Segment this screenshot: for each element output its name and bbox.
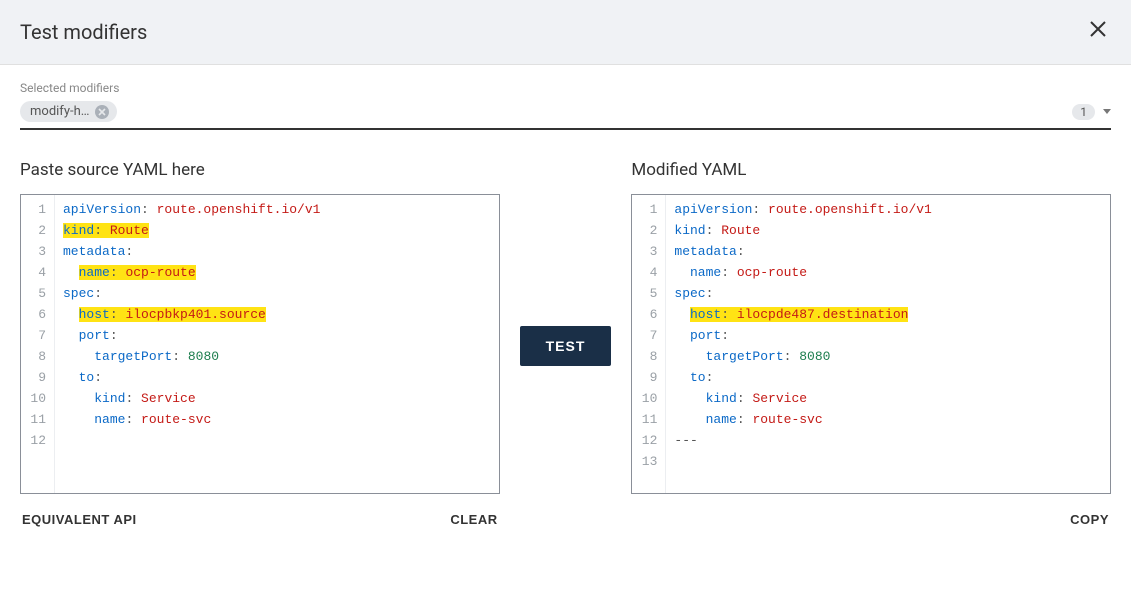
close-icon (1089, 20, 1107, 38)
code-line: host: ilocpde487.destination (674, 304, 1102, 325)
code-line: targetPort: 8080 (674, 346, 1102, 367)
source-title: Paste source YAML here (20, 160, 500, 180)
copy-button[interactable]: COPY (1068, 508, 1111, 531)
code-line: name: route-svc (63, 409, 491, 430)
code-line: metadata: (63, 241, 491, 262)
modifier-chip[interactable]: modify-h… (20, 101, 117, 122)
close-button[interactable] (1085, 16, 1111, 48)
code-line: --- (674, 430, 1102, 451)
modified-code[interactable]: apiVersion: route.openshift.io/v1kind: R… (666, 195, 1110, 493)
modified-editor[interactable]: 12345678910111213 apiVersion: route.open… (631, 194, 1111, 494)
dialog-title: Test modifiers (20, 20, 147, 44)
code-line (674, 451, 1102, 472)
test-button[interactable]: TEST (520, 326, 612, 366)
source-editor[interactable]: 123456789101112 apiVersion: route.opensh… (20, 194, 500, 494)
dialog-header: Test modifiers (0, 0, 1131, 65)
selected-count-badge: 1 (1072, 104, 1095, 120)
selected-modifiers-section: Selected modifiers modify-h… 1 (0, 65, 1131, 130)
code-line: to: (674, 367, 1102, 388)
code-line: name: route-svc (674, 409, 1102, 430)
code-line: kind: Route (63, 220, 491, 241)
modified-actions: COPY (631, 494, 1111, 531)
chip-remove-icon[interactable] (95, 105, 109, 119)
code-line: name: ocp-route (63, 262, 491, 283)
code-line: port: (674, 325, 1102, 346)
chip-label: modify-h… (30, 104, 89, 119)
modified-gutter: 12345678910111213 (632, 195, 666, 493)
code-line: to: (63, 367, 491, 388)
modified-title: Modified YAML (631, 160, 1111, 180)
code-line: host: ilocpbkp401.source (63, 304, 491, 325)
modified-pane: Modified YAML 12345678910111213 apiVersi… (631, 160, 1111, 531)
selected-modifiers-label: Selected modifiers (20, 81, 1111, 95)
source-gutter: 123456789101112 (21, 195, 55, 493)
code-line: targetPort: 8080 (63, 346, 491, 367)
code-line: spec: (63, 283, 491, 304)
chips-meta: 1 (1072, 104, 1111, 120)
code-line: kind: Route (674, 220, 1102, 241)
code-line (63, 430, 491, 451)
center-column: TEST (520, 160, 612, 531)
chips-container: modify-h… (20, 101, 117, 122)
chevron-down-icon[interactable] (1103, 109, 1111, 114)
source-code[interactable]: apiVersion: route.openshift.io/v1kind: R… (55, 195, 499, 493)
code-line: kind: Service (63, 388, 491, 409)
code-line: kind: Service (674, 388, 1102, 409)
source-actions: EQUIVALENT API CLEAR (20, 494, 500, 531)
code-line: name: ocp-route (674, 262, 1102, 283)
main-content: Paste source YAML here 123456789101112 a… (0, 130, 1131, 551)
code-line: metadata: (674, 241, 1102, 262)
source-pane: Paste source YAML here 123456789101112 a… (20, 160, 500, 531)
equivalent-api-button[interactable]: EQUIVALENT API (20, 508, 139, 531)
code-line: apiVersion: route.openshift.io/v1 (63, 199, 491, 220)
code-line: apiVersion: route.openshift.io/v1 (674, 199, 1102, 220)
code-line: port: (63, 325, 491, 346)
clear-button[interactable]: CLEAR (448, 508, 499, 531)
selected-modifiers-input[interactable]: modify-h… 1 (20, 101, 1111, 130)
code-line: spec: (674, 283, 1102, 304)
